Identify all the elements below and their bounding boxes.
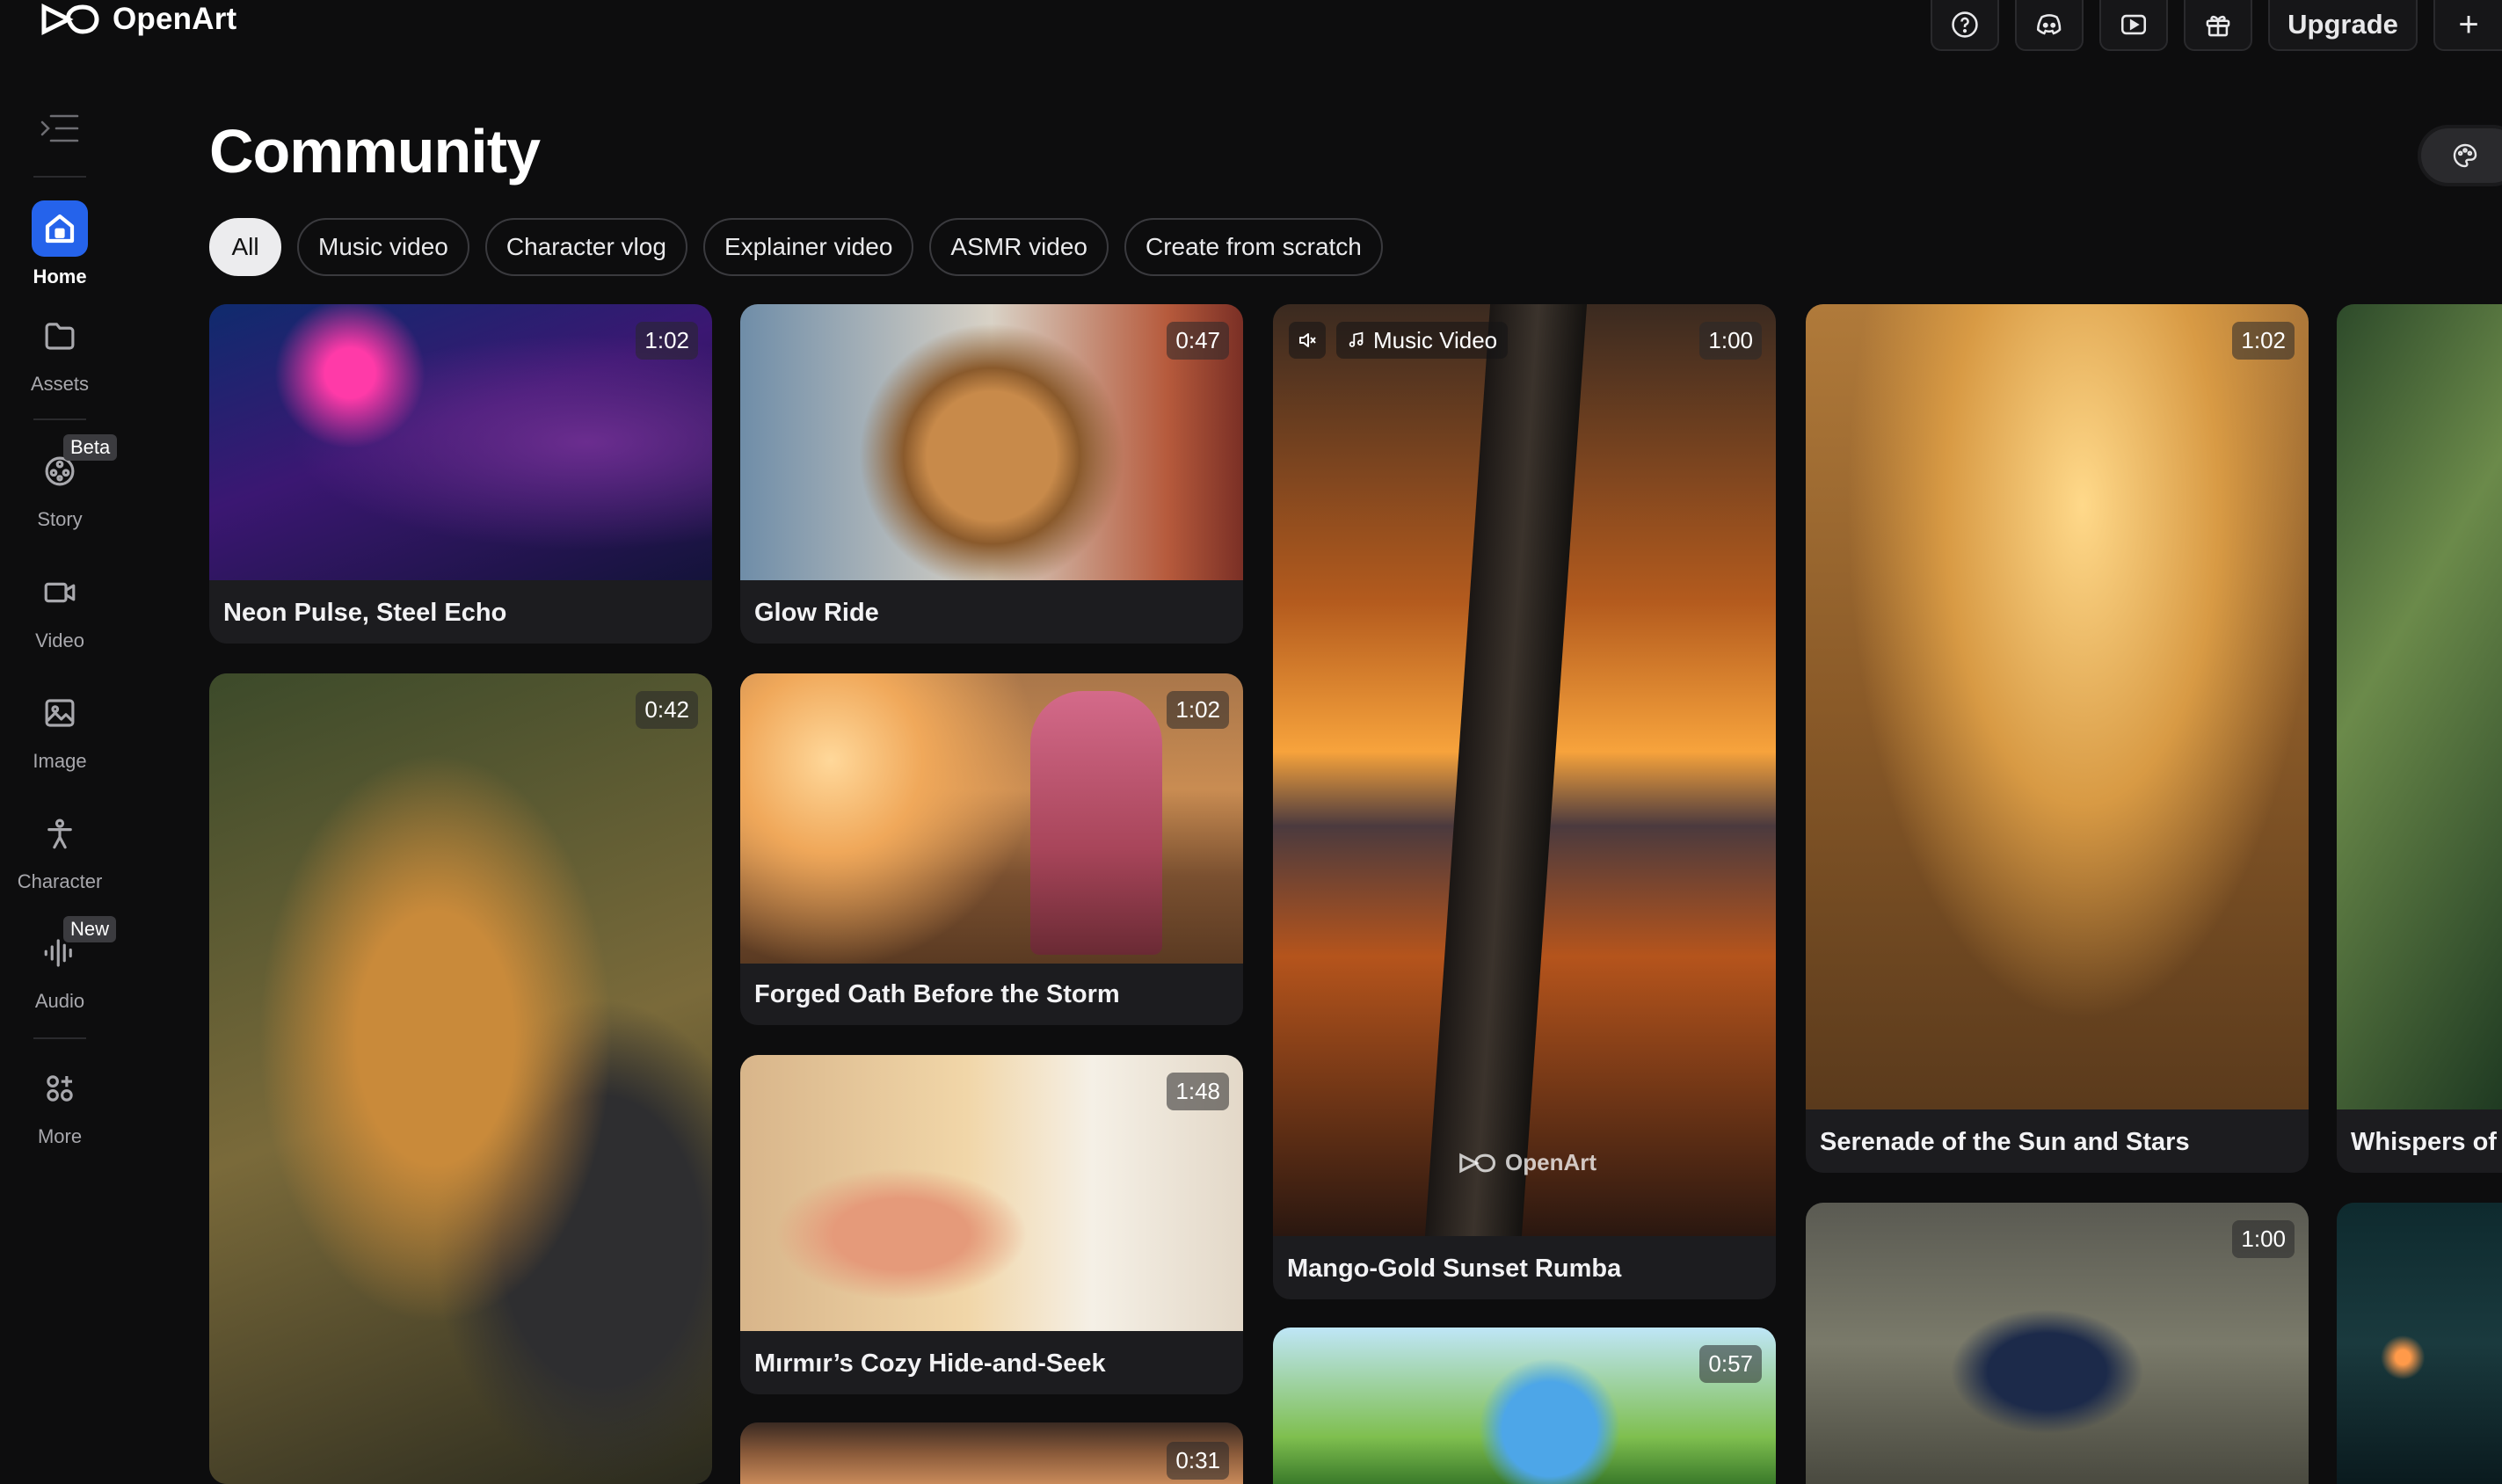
sidebar-item-assets[interactable]: Assets	[0, 308, 120, 422]
card-title: Whispers of	[2351, 1128, 2497, 1156]
video-card[interactable]: 1:00	[1806, 1203, 2309, 1484]
app-name: OpenArt	[113, 2, 237, 36]
sidebar-divider	[33, 176, 86, 178]
video-thumbnail	[209, 673, 712, 1484]
sidebar-divider	[33, 418, 86, 420]
card-title: Forged Oath Before the Storm	[754, 980, 1120, 1008]
palette-icon	[2453, 143, 2477, 168]
watermark-text: OpenArt	[1505, 1149, 1596, 1175]
duration-badge: 1:02	[1167, 691, 1229, 729]
video-card[interactable]: 1:02 Serenade of the Sun and Stars	[1806, 304, 2309, 1173]
beta-badge: Beta	[63, 434, 118, 461]
card-title: Mango-Gold Sunset Rumba	[1287, 1255, 1622, 1283]
video-thumbnail	[1273, 304, 1776, 1236]
help-icon	[1952, 11, 1978, 38]
filter-chip-character-vlog[interactable]: Character vlog	[484, 218, 687, 276]
sidebar-item-label: More	[37, 1125, 83, 1147]
sidebar-divider	[33, 1037, 86, 1039]
card-title: Serenade of the Sun and Stars	[1820, 1128, 2190, 1156]
video-card[interactable]: 1:02 Forged Oath Before the Storm	[740, 673, 1243, 1025]
sidebar-item-character[interactable]: Character	[0, 805, 120, 920]
sidebar-item-label: Video	[35, 629, 84, 651]
duration-badge: 0:47	[1167, 322, 1229, 360]
sidebar-item-label: Home	[33, 266, 87, 287]
music-video-tag: Music Video	[1336, 322, 1509, 359]
upgrade-button[interactable]: Upgrade	[2268, 0, 2418, 51]
filter-chip-explainer-video[interactable]: Explainer video	[702, 218, 914, 276]
card-title: Mırmır’s Cozy Hide-and-Seek	[754, 1349, 1106, 1378]
mute-icon	[1299, 333, 1316, 347]
video-card[interactable]: Music Video 1:00 OpenArt Mango-Gold Suns…	[1273, 304, 1776, 1299]
apps-grid-icon	[32, 1060, 88, 1117]
duration-badge: 1:48	[1167, 1073, 1229, 1110]
duration-badge: 1:02	[2232, 322, 2295, 360]
sidebar-item-label: Story	[37, 508, 83, 530]
sidebar-item-label: Image	[33, 750, 87, 772]
sidebar-item-home[interactable]: Home	[0, 200, 120, 315]
discord-icon	[2036, 14, 2062, 35]
filter-chips: All Music video Character vlog Explainer…	[209, 218, 1383, 276]
filter-chip-all[interactable]: All	[209, 218, 281, 276]
new-badge: New	[63, 916, 117, 942]
sidebar-item-audio[interactable]: New Audio	[0, 916, 120, 1039]
create-plus-button[interactable]: +	[2433, 0, 2502, 51]
tag-label: Music Video	[1373, 326, 1498, 353]
collapse-menu-icon	[40, 114, 79, 142]
video-thumbnail	[1806, 304, 2309, 1109]
video-card[interactable]: Whispers of	[2337, 304, 2502, 1173]
sidebar-collapse-button[interactable]	[40, 113, 79, 144]
image-icon	[32, 685, 88, 741]
home-icon	[32, 200, 88, 257]
video-thumbnail	[2337, 1203, 2502, 1484]
filter-chip-music-video[interactable]: Music video	[297, 218, 469, 276]
video-card[interactable]: 0:42	[209, 673, 712, 1484]
youtube-icon	[2120, 14, 2147, 35]
mute-button[interactable]	[1289, 322, 1326, 359]
openart-watermark-icon	[1459, 1153, 1496, 1173]
page-title: Community	[209, 117, 541, 186]
gift-button[interactable]	[2184, 0, 2252, 51]
duration-badge: 1:02	[636, 322, 698, 360]
video-card[interactable]	[2337, 1203, 2502, 1484]
video-card[interactable]: 0:57	[1273, 1328, 1776, 1484]
video-card[interactable]: 0:47 Glow Ride	[740, 304, 1243, 644]
music-note-icon	[1349, 331, 1364, 347]
filter-chip-create-from-scratch[interactable]: Create from scratch	[1124, 218, 1383, 276]
sidebar-item-label: Assets	[30, 373, 90, 395]
sidebar-item-label: Character	[17, 870, 103, 892]
video-card[interactable]: 1:02 Neon Pulse, Steel Echo	[209, 304, 712, 644]
sidebar-item-story[interactable]: Beta Story	[0, 434, 120, 557]
gift-icon	[2206, 15, 2230, 37]
video-card[interactable]: 1:48 Mırmır’s Cozy Hide-and-Seek	[740, 1055, 1243, 1394]
settings-pill-button[interactable]	[2418, 125, 2502, 186]
sidebar-item-image[interactable]: Image	[0, 685, 120, 799]
duration-badge: 1:00	[2232, 1220, 2295, 1258]
filter-chip-asmr-video[interactable]: ASMR video	[929, 218, 1109, 276]
duration-badge: 1:00	[1699, 322, 1762, 360]
openart-logo-icon	[41, 3, 99, 36]
openart-watermark: OpenArt	[1458, 1149, 1596, 1176]
card-title: Neon Pulse, Steel Echo	[223, 599, 507, 627]
folder-icon	[32, 308, 88, 364]
sidebar-item-label: Audio	[34, 990, 85, 1012]
sidebar-item-video[interactable]: Video	[0, 564, 120, 679]
sidebar-item-more[interactable]: More	[0, 1060, 120, 1175]
duration-badge: 0:31	[1167, 1442, 1229, 1480]
character-icon	[32, 805, 88, 862]
duration-badge: 0:57	[1699, 1345, 1762, 1383]
duration-badge: 0:42	[636, 691, 698, 729]
top-bar: OpenArt Upgrade +	[0, 0, 2502, 70]
openart-logo[interactable]: OpenArt	[39, 0, 236, 39]
youtube-button[interactable]	[2099, 0, 2168, 51]
help-button[interactable]	[1931, 0, 1999, 51]
sidebar: Home Assets Beta Story Video Image Chara…	[0, 88, 120, 1484]
discord-button[interactable]	[2015, 0, 2084, 51]
card-title: Glow Ride	[754, 599, 879, 627]
video-camera-icon	[32, 564, 88, 621]
video-card[interactable]: 0:31	[740, 1422, 1243, 1484]
video-thumbnail	[2337, 304, 2502, 1109]
